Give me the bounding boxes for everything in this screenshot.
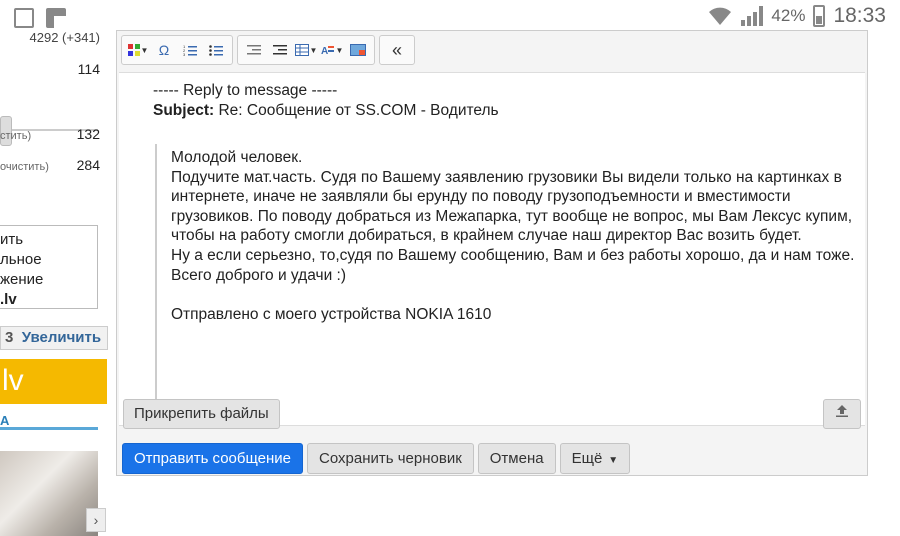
image-icon[interactable] bbox=[345, 38, 371, 62]
toolbar-group-insert: ▼ Ω 123 bbox=[121, 35, 233, 65]
text-color-icon[interactable]: A ▼ bbox=[319, 38, 345, 62]
svg-text:A: A bbox=[321, 46, 328, 56]
list-item[interactable]: льное bbox=[0, 250, 97, 270]
battery-percent: 42% bbox=[771, 6, 806, 25]
quote-greeting: Молодой человек. bbox=[171, 149, 303, 166]
chevron-right-icon[interactable]: › bbox=[86, 508, 106, 532]
reply-line: ----- Reply to message ----- bbox=[153, 82, 338, 99]
subject-value: Re: Сообщение от SS.COM - Водитель bbox=[218, 102, 499, 119]
quote-paragraph: Ну а если серьезно, то,судя по Вашему со… bbox=[171, 246, 855, 264]
quote-paragraph: Подучите мат.часть. Судя по Вашему заявл… bbox=[171, 168, 853, 245]
list-item[interactable]: .lv bbox=[0, 290, 97, 310]
table-color-icon[interactable]: ▼ bbox=[125, 38, 151, 62]
clock: 18:33 bbox=[833, 4, 886, 27]
flipboard-notification-icon bbox=[46, 8, 66, 28]
form-actions: Отправить сообщение Сохранить черновик О… bbox=[122, 443, 631, 474]
quote-signature: Отправлено с моего устройства NOKIA 1610 bbox=[171, 305, 492, 323]
left-sidebar: 4292 (+341) 114 стить) 132 очистить) 284… bbox=[0, 30, 108, 536]
subject-line: Subject: Re: Сообщение от SS.COM - Водит… bbox=[153, 101, 499, 121]
toolbar-group-collapse: « bbox=[379, 35, 415, 65]
unordered-list-icon[interactable] bbox=[203, 38, 229, 62]
more-button[interactable]: Ещё ▼ bbox=[559, 443, 631, 474]
battery-icon bbox=[813, 5, 826, 27]
indent-icon[interactable] bbox=[267, 38, 293, 62]
chevron-down-icon: ▼ bbox=[608, 455, 619, 466]
divider bbox=[0, 427, 98, 430]
omega-icon[interactable]: Ω bbox=[151, 38, 177, 62]
attach-files-button[interactable]: Прикрепить файлы bbox=[123, 399, 280, 429]
save-draft-button[interactable]: Сохранить черновик bbox=[307, 443, 474, 474]
sidebar-filter-row-a[interactable]: стить) 132 bbox=[0, 126, 102, 142]
sidebar-link[interactable]: А bbox=[0, 413, 9, 428]
outdent-icon[interactable] bbox=[241, 38, 267, 62]
collapse-icon[interactable]: « bbox=[384, 38, 410, 62]
send-message-button[interactable]: Отправить сообщение bbox=[122, 443, 304, 474]
subject-label: Subject: bbox=[153, 102, 215, 119]
upload-icon[interactable] bbox=[823, 399, 861, 429]
quoted-message: Молодой человек. Подучите мат.часть. Суд… bbox=[155, 144, 855, 427]
ordered-list-icon[interactable]: 123 bbox=[177, 38, 203, 62]
enlarge-button[interactable]: 3 Увеличить bbox=[0, 326, 108, 350]
wifi-icon bbox=[709, 7, 732, 25]
message-editor: ▼ Ω 123 ▼ A ▼ « ----- Reply to message -… bbox=[116, 30, 868, 476]
yellow-banner[interactable]: lv bbox=[0, 359, 107, 404]
gallery-notification-icon bbox=[14, 8, 34, 28]
table-icon[interactable]: ▼ bbox=[293, 38, 319, 62]
list-item[interactable]: ить bbox=[0, 230, 97, 250]
quote-paragraph: Всего доброго и удачи :) bbox=[171, 266, 347, 284]
toolbar-group-format: ▼ A ▼ bbox=[237, 35, 375, 65]
sidebar-listbox[interactable]: ить льное жение .lv bbox=[0, 225, 98, 309]
editor-toolbar: ▼ Ω 123 ▼ A ▼ « bbox=[121, 35, 419, 65]
reply-header: ----- Reply to message ----- Subject: Re… bbox=[153, 81, 499, 121]
listing-photo[interactable] bbox=[0, 451, 98, 536]
list-item[interactable]: жение bbox=[0, 270, 97, 290]
editor-content[interactable]: ----- Reply to message ----- Subject: Re… bbox=[119, 72, 865, 427]
cancel-button[interactable]: Отмена bbox=[477, 443, 556, 474]
svg-text:3: 3 bbox=[183, 52, 186, 56]
sidebar-filter-row-b[interactable]: очистить) 284 bbox=[0, 157, 102, 173]
more-label: Ещё bbox=[571, 450, 603, 467]
signal-icon bbox=[741, 6, 764, 26]
